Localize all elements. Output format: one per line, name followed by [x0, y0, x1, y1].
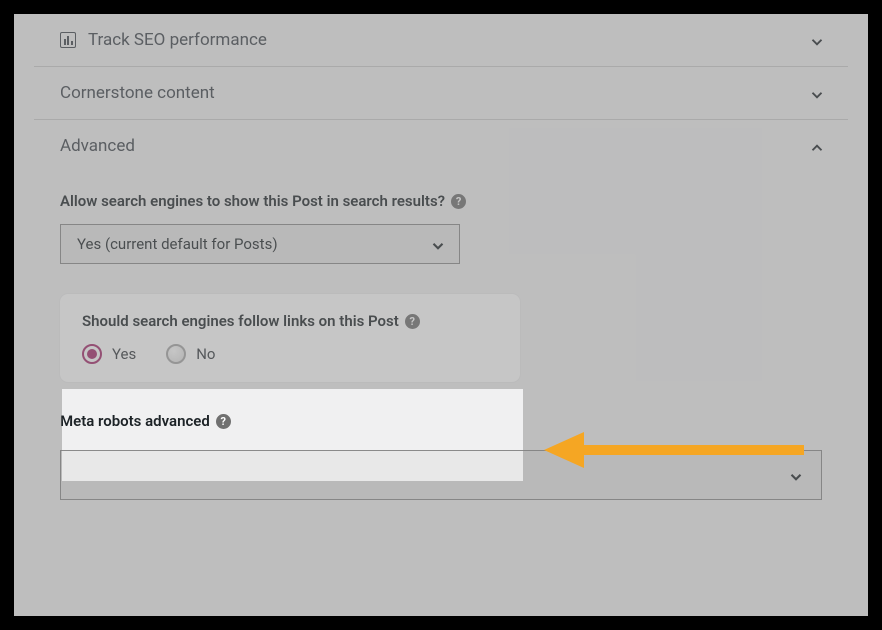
- meta-robots-text: Meta robots advanced: [60, 412, 210, 430]
- radio-yes[interactable]: Yes: [82, 344, 136, 364]
- advanced-body: Allow search engines to show this Post i…: [34, 172, 848, 510]
- meta-robots-label: Meta robots advanced ?: [60, 412, 822, 430]
- chevron-down-icon: [808, 33, 822, 47]
- radio-no-label: No: [196, 345, 215, 363]
- panel-cornerstone-label: Cornerstone content: [60, 83, 215, 103]
- allow-search-label: Allow search engines to show this Post i…: [60, 192, 822, 210]
- panel-track-seo[interactable]: Track SEO performance: [34, 14, 848, 67]
- panel-cornerstone[interactable]: Cornerstone content: [34, 67, 848, 120]
- panel-track-label: Track SEO performance: [88, 30, 267, 50]
- chevron-up-icon: [808, 139, 822, 153]
- help-icon[interactable]: ?: [405, 314, 420, 329]
- follow-links-text: Should search engines follow links on th…: [82, 312, 399, 330]
- allow-search-select[interactable]: Yes (current default for Posts): [60, 224, 460, 264]
- radio-no[interactable]: No: [166, 344, 215, 364]
- chevron-down-icon: [808, 86, 822, 100]
- panel-advanced[interactable]: Advanced: [34, 120, 848, 172]
- radio-yes-label: Yes: [112, 345, 136, 363]
- help-icon[interactable]: ?: [216, 414, 231, 429]
- radio-circle-icon: [166, 344, 186, 364]
- meta-robots-select[interactable]: [60, 450, 822, 500]
- allow-search-value: Yes (current default for Posts): [77, 235, 278, 253]
- panel-advanced-label: Advanced: [60, 136, 135, 156]
- follow-links-card: Should search engines follow links on th…: [60, 294, 520, 382]
- chart-icon: [60, 32, 76, 48]
- radio-circle-icon: [82, 344, 102, 364]
- allow-search-text: Allow search engines to show this Post i…: [60, 192, 445, 210]
- chevron-down-icon: [787, 468, 801, 482]
- chevron-down-icon: [429, 237, 443, 251]
- follow-links-label: Should search engines follow links on th…: [82, 312, 498, 330]
- help-icon[interactable]: ?: [451, 194, 466, 209]
